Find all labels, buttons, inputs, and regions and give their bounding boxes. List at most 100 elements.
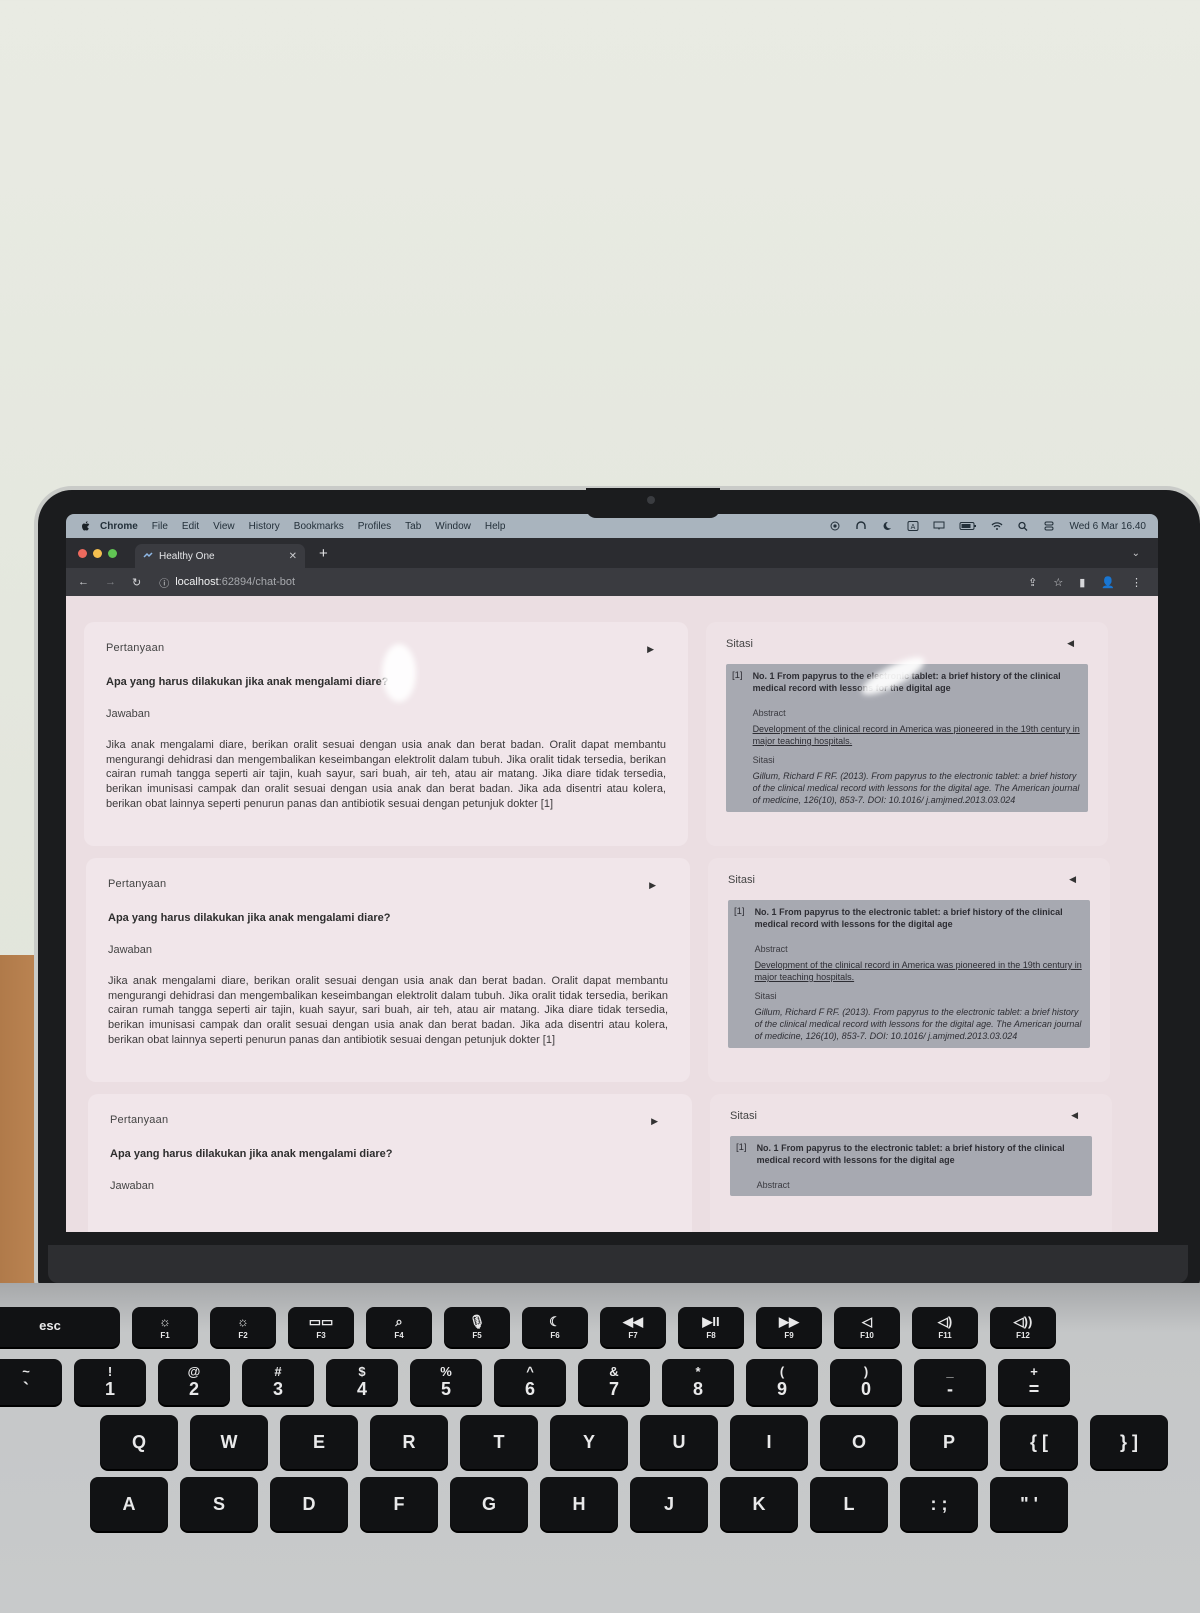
- info-icon[interactable]: ⓘ: [159, 575, 169, 590]
- key-fn[interactable]: ◁) F11: [912, 1307, 978, 1347]
- key-fn[interactable]: ☼ F2: [210, 1307, 276, 1347]
- minimize-window-button[interactable]: [93, 548, 102, 558]
- collapse-left-icon[interactable]: ◀: [1067, 638, 1074, 649]
- key-letter[interactable]: " ': [990, 1477, 1068, 1531]
- back-icon[interactable]: ←: [78, 576, 89, 589]
- more-menu-icon[interactable]: ⋮: [1131, 576, 1142, 589]
- key-number[interactable]: & 7: [578, 1359, 650, 1405]
- key-number[interactable]: ~ `: [0, 1359, 62, 1405]
- menu-bookmarks[interactable]: Bookmarks: [294, 521, 344, 532]
- key-fn[interactable]: esc: [0, 1307, 120, 1347]
- menu-view[interactable]: View: [213, 521, 235, 532]
- menu-chrome[interactable]: Chrome: [100, 521, 138, 532]
- key-number[interactable]: ) 0: [830, 1359, 902, 1405]
- citation-number: [1]: [734, 906, 745, 917]
- key-letter[interactable]: U: [640, 1415, 718, 1469]
- browser-tab[interactable]: Healthy One ✕: [135, 544, 305, 568]
- apple-icon[interactable]: [80, 520, 92, 532]
- control-center-icon[interactable]: [1043, 521, 1055, 531]
- key-letter[interactable]: S: [180, 1477, 258, 1531]
- key-letter[interactable]: D: [270, 1477, 348, 1531]
- address-bar[interactable]: ⓘ localhost:62894/chat-bot: [159, 575, 295, 590]
- key-label: F8: [706, 1330, 716, 1340]
- expand-right-icon[interactable]: ▶: [647, 644, 654, 655]
- key-letter[interactable]: H: [540, 1477, 618, 1531]
- key-fn[interactable]: ◁)) F12: [990, 1307, 1056, 1347]
- abstract-label: Abstract: [752, 708, 786, 718]
- close-window-button[interactable]: [78, 548, 87, 558]
- moon-icon[interactable]: [881, 521, 893, 531]
- key-letter[interactable]: G: [450, 1477, 528, 1531]
- key-letter[interactable]: T: [460, 1415, 538, 1469]
- key-fn[interactable]: 🎙 F5: [444, 1307, 510, 1347]
- key-letter[interactable]: W: [190, 1415, 268, 1469]
- key-number[interactable]: ^ 6: [494, 1359, 566, 1405]
- key-letter[interactable]: Y: [550, 1415, 628, 1469]
- key-letter[interactable]: Q: [100, 1415, 178, 1469]
- zoom-window-button[interactable]: [108, 548, 117, 558]
- key-number[interactable]: $4: [326, 1359, 398, 1405]
- key-letter[interactable]: E: [280, 1415, 358, 1469]
- headphones-icon[interactable]: [855, 521, 867, 531]
- record-icon[interactable]: [829, 521, 841, 531]
- new-tab-button[interactable]: +: [319, 545, 328, 562]
- key-letter[interactable]: L: [810, 1477, 888, 1531]
- battery-icon[interactable]: [959, 521, 977, 531]
- close-tab-icon[interactable]: ✕: [289, 551, 297, 562]
- key-fn[interactable]: ☾ F6: [522, 1307, 588, 1347]
- menu-tab[interactable]: Tab: [405, 521, 421, 532]
- key-number[interactable]: (9: [746, 1359, 818, 1405]
- key-fn[interactable]: ▶▶ F9: [756, 1307, 822, 1347]
- key-number[interactable]: % 5: [410, 1359, 482, 1405]
- collapse-left-icon[interactable]: ◀: [1071, 1110, 1078, 1121]
- menu-history[interactable]: History: [249, 521, 280, 532]
- key-letter[interactable]: { [: [1000, 1415, 1078, 1469]
- svg-text:A: A: [911, 524, 916, 531]
- key-fn[interactable]: ☼ F1: [132, 1307, 198, 1347]
- menu-edit[interactable]: Edit: [182, 521, 199, 532]
- profile-icon[interactable]: 👤: [1101, 576, 1115, 589]
- abstract-link[interactable]: Development of the clinical record in Am…: [753, 723, 1080, 747]
- key-fn[interactable]: ⌕ F4: [366, 1307, 432, 1347]
- bookmark-star-icon[interactable]: ☆: [1053, 576, 1063, 589]
- menu-help[interactable]: Help: [485, 521, 506, 532]
- key-number[interactable]: * 8: [662, 1359, 734, 1405]
- collapse-left-icon[interactable]: ◀: [1069, 874, 1076, 885]
- key-letter[interactable]: I: [730, 1415, 808, 1469]
- key-fn[interactable]: ◁ F10: [834, 1307, 900, 1347]
- menu-profiles[interactable]: Profiles: [358, 521, 391, 532]
- menubar-datetime[interactable]: Wed 6 Mar 16.40: [1069, 521, 1146, 532]
- reload-icon[interactable]: ↻: [132, 576, 141, 589]
- menu-window[interactable]: Window: [435, 521, 471, 532]
- key-fn[interactable]: ◀◀ F7: [600, 1307, 666, 1347]
- side-panel-icon[interactable]: ▮: [1079, 576, 1085, 589]
- forward-icon[interactable]: →: [105, 576, 116, 589]
- key-letter[interactable]: A: [90, 1477, 168, 1531]
- key-letter[interactable]: : ;: [900, 1477, 978, 1531]
- share-icon[interactable]: ⇪: [1028, 576, 1037, 589]
- key-fn[interactable]: ▶II F8: [678, 1307, 744, 1347]
- key-number[interactable]: + =: [998, 1359, 1070, 1405]
- key-letter[interactable]: J: [630, 1477, 708, 1531]
- expand-right-icon[interactable]: ▶: [649, 880, 656, 891]
- display-icon[interactable]: [933, 521, 945, 531]
- key-number[interactable]: ! 1: [74, 1359, 146, 1405]
- menu-file[interactable]: File: [152, 521, 168, 532]
- tab-search-chevron-icon[interactable]: ⌄: [1132, 548, 1140, 559]
- input-source-icon[interactable]: A: [907, 521, 919, 531]
- key-number[interactable]: _ -: [914, 1359, 986, 1405]
- key-letter[interactable]: O: [820, 1415, 898, 1469]
- camera-notch: [586, 488, 720, 518]
- key-number[interactable]: @2: [158, 1359, 230, 1405]
- spotlight-icon[interactable]: [1017, 521, 1029, 531]
- key-number[interactable]: #3: [242, 1359, 314, 1405]
- key-letter[interactable]: R: [370, 1415, 448, 1469]
- key-letter[interactable]: K: [720, 1477, 798, 1531]
- key-fn[interactable]: ▭▭ F3: [288, 1307, 354, 1347]
- key-letter[interactable]: P: [910, 1415, 988, 1469]
- expand-right-icon[interactable]: ▶: [651, 1116, 658, 1127]
- wifi-icon[interactable]: [991, 521, 1003, 531]
- key-letter[interactable]: F: [360, 1477, 438, 1531]
- abstract-link[interactable]: Development of the clinical record in Am…: [755, 959, 1082, 983]
- key-letter[interactable]: } ]: [1090, 1415, 1168, 1469]
